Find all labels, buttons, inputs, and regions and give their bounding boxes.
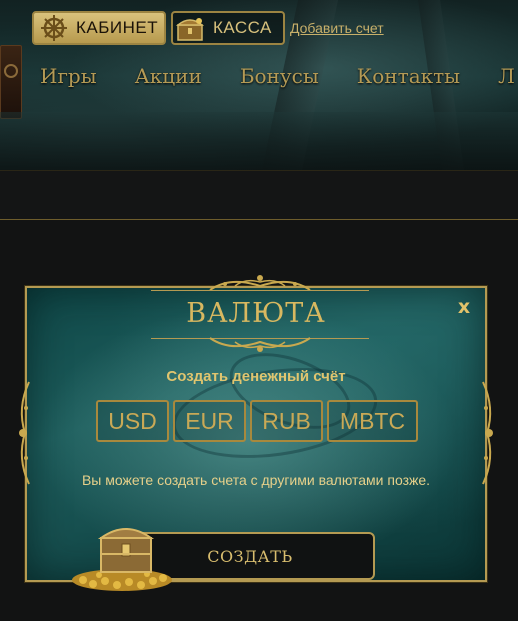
bottom-ornament-icon bbox=[209, 337, 311, 352]
kassa-label: КАССА bbox=[213, 18, 272, 37]
title-divider-top bbox=[151, 290, 369, 291]
cabinet-button[interactable]: КАБИНЕТ bbox=[32, 11, 166, 45]
mast-decoration bbox=[0, 45, 22, 119]
header: КАБИНЕТ КАССА Добавить счет Игры Акции Б… bbox=[0, 0, 518, 170]
currency-options: USD EUR RUB MBTC bbox=[96, 400, 418, 442]
currency-rub-button[interactable]: RUB bbox=[250, 400, 323, 442]
treasure-chest-icon bbox=[175, 14, 207, 42]
modal-subtitle: Создать денежный счёт bbox=[166, 368, 346, 385]
nav-item-games[interactable]: Игры bbox=[40, 64, 97, 88]
kassa-button[interactable]: КАССА bbox=[171, 11, 285, 45]
main-nav: Игры Акции Бонусы Контакты Л bbox=[40, 64, 515, 88]
modal-note: Вы можете создать счета с другими валюта… bbox=[81, 472, 431, 488]
nav-item-more[interactable]: Л bbox=[498, 64, 515, 88]
secondary-bar bbox=[0, 170, 518, 221]
cabinet-label: КАБИНЕТ bbox=[76, 18, 159, 37]
currency-eur-button[interactable]: EUR bbox=[173, 400, 246, 442]
modal-title: ВАЛЮТА bbox=[186, 298, 326, 329]
currency-mbtc-button[interactable]: MBTC bbox=[327, 400, 418, 442]
add-account-link[interactable]: Добавить счет bbox=[290, 20, 384, 36]
treasure-chest-gold-icon bbox=[72, 528, 172, 591]
currency-usd-button[interactable]: USD bbox=[96, 400, 169, 442]
ship-wheel-icon bbox=[38, 14, 70, 42]
nav-item-contacts[interactable]: Контакты bbox=[357, 64, 460, 88]
close-icon[interactable]: x bbox=[455, 298, 473, 317]
nav-item-bonuses[interactable]: Бонусы bbox=[240, 64, 319, 88]
nav-item-promotions[interactable]: Акции bbox=[135, 64, 202, 88]
header-fade bbox=[0, 112, 518, 170]
